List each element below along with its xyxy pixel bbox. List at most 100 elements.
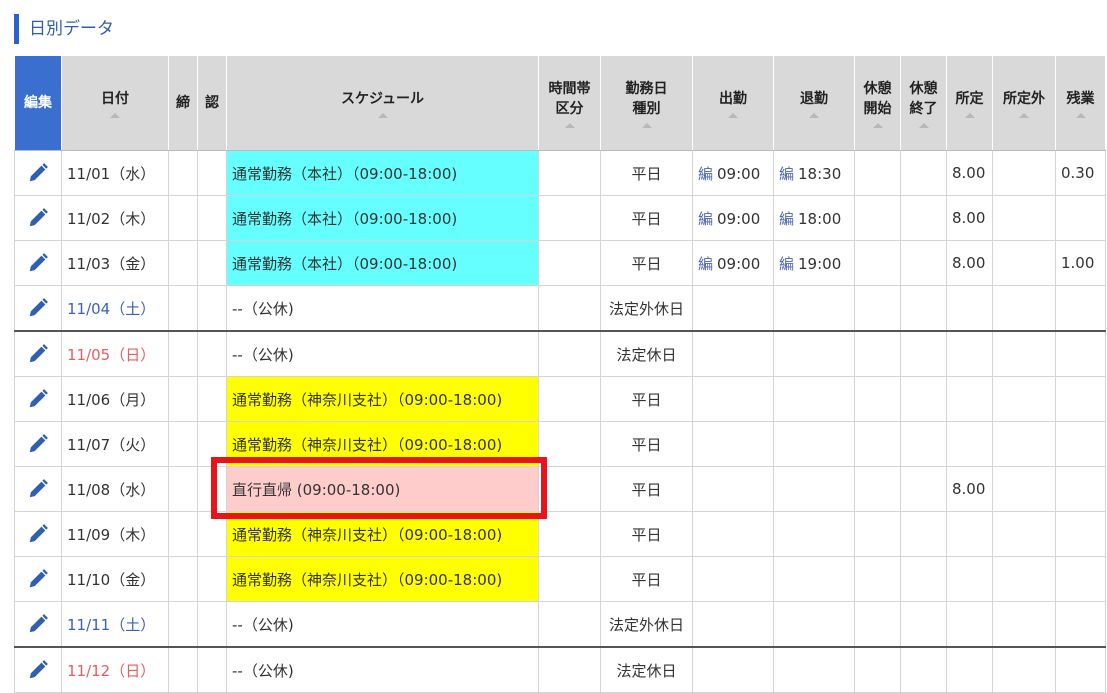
- edit-button[interactable]: [14, 150, 62, 196]
- edit-mark[interactable]: 編: [779, 210, 794, 228]
- header-regular[interactable]: 所定: [946, 55, 993, 151]
- header-non-regular[interactable]: 所定外: [992, 55, 1056, 151]
- header-schedule[interactable]: スケジュール: [226, 55, 539, 151]
- edit-mark[interactable]: 編: [698, 210, 713, 228]
- pencil-icon: [27, 163, 49, 182]
- regular-cell: [946, 601, 993, 648]
- overtime-cell: [1055, 330, 1106, 377]
- sort-icon: [918, 122, 929, 128]
- date-cell: 11/12（日）: [61, 646, 169, 693]
- break-end-cell: [900, 421, 947, 467]
- close-cell: [168, 466, 198, 512]
- edit-button[interactable]: [14, 195, 62, 241]
- pencil-icon: [27, 298, 49, 317]
- schedule-cell[interactable]: 通常勤務（神奈川支社）（09:00-18:00): [226, 556, 539, 602]
- table-row: 11/03（金） 通常勤務（本社）（09:00-18:00) 平日編 09:00 編 19…: [14, 240, 1106, 286]
- break-start-cell: [854, 601, 901, 648]
- header-break-end[interactable]: 休憩 終了: [900, 55, 947, 151]
- clock-in-cell: 編 09:00: [692, 195, 774, 241]
- date-cell: 11/08（水）: [61, 466, 169, 512]
- regular-cell: [946, 421, 993, 467]
- schedule-cell[interactable]: 通常勤務（本社）（09:00-18:00): [226, 150, 539, 196]
- edit-button[interactable]: [14, 556, 62, 602]
- edit-button[interactable]: [14, 466, 62, 512]
- header-close: 締: [168, 55, 198, 151]
- header-date[interactable]: 日付: [61, 55, 169, 151]
- header-clock-out[interactable]: 退勤: [773, 55, 855, 151]
- break-start-cell: [854, 330, 901, 377]
- pencil-icon: [27, 389, 49, 408]
- edit-button[interactable]: [14, 330, 62, 377]
- clock-in-cell: [692, 556, 774, 602]
- date-cell: 11/05（日）: [61, 330, 169, 377]
- break-start-cell: [854, 556, 901, 602]
- close-cell: [168, 376, 198, 422]
- schedule-cell[interactable]: 通常勤務（本社）（09:00-18:00): [226, 240, 539, 286]
- clock-in-cell: [692, 285, 774, 332]
- day-type-cell: 法定休日: [600, 646, 693, 693]
- non-regular-cell: [992, 285, 1056, 332]
- edit-button[interactable]: [14, 240, 62, 286]
- sort-icon: [641, 122, 652, 128]
- break-end-cell: [900, 601, 947, 648]
- pencil-icon: [27, 479, 49, 498]
- time-zone-cell: [538, 556, 601, 602]
- clock-in-cell: [692, 646, 774, 693]
- schedule-cell[interactable]: 通常勤務（神奈川支社）（09:00-18:00): [226, 376, 539, 422]
- clock-out-cell: [773, 646, 855, 693]
- day-type-cell: 平日: [600, 240, 693, 286]
- edit-button[interactable]: [14, 601, 62, 648]
- table-row: 11/08（水） 直行直帰 (09:00-18:00) 平日 8.00: [14, 466, 1106, 512]
- close-cell: [168, 195, 198, 241]
- non-regular-cell: [992, 240, 1056, 286]
- edit-mark[interactable]: 編: [779, 165, 794, 183]
- time-zone-cell: [538, 646, 601, 693]
- edit-mark[interactable]: 編: [698, 165, 713, 183]
- schedule-cell[interactable]: 通常勤務（本社）（09:00-18:00): [226, 195, 539, 241]
- non-regular-cell: [992, 330, 1056, 377]
- clock-out-cell: [773, 466, 855, 512]
- schedule-cell[interactable]: --（公休): [226, 646, 539, 693]
- header-clock-in[interactable]: 出勤: [692, 55, 774, 151]
- day-type-cell: 平日: [600, 466, 693, 512]
- non-regular-cell: [992, 421, 1056, 467]
- edit-button[interactable]: [14, 285, 62, 332]
- header-time-zone[interactable]: 時間帯 区分: [538, 55, 601, 151]
- schedule-cell[interactable]: --（公休): [226, 330, 539, 377]
- break-start-cell: [854, 150, 901, 196]
- regular-cell: [946, 330, 993, 377]
- pencil-icon: [27, 208, 49, 227]
- close-cell: [168, 601, 198, 648]
- schedule-cell[interactable]: --（公休): [226, 285, 539, 332]
- regular-cell: [946, 646, 993, 693]
- sort-icon: [1019, 112, 1029, 118]
- edit-button[interactable]: [14, 646, 62, 693]
- schedule-cell[interactable]: --（公休): [226, 601, 539, 648]
- regular-cell: 8.00: [946, 240, 993, 286]
- edit-button[interactable]: [14, 511, 62, 557]
- clock-in-cell: 編 09:00: [692, 240, 774, 286]
- edit-button[interactable]: [14, 421, 62, 467]
- overtime-cell: [1055, 556, 1106, 602]
- non-regular-cell: [992, 376, 1056, 422]
- edit-button[interactable]: [14, 376, 62, 422]
- day-type-cell: 法定休日: [600, 330, 693, 377]
- break-end-cell: [900, 285, 947, 332]
- day-type-cell: 法定外休日: [600, 601, 693, 648]
- time-zone-cell: [538, 511, 601, 557]
- header-overtime[interactable]: 残業: [1055, 55, 1106, 151]
- approve-cell: [197, 330, 227, 377]
- break-end-cell: [900, 330, 947, 377]
- date-cell: 11/01（水）: [61, 150, 169, 196]
- break-start-cell: [854, 376, 901, 422]
- close-cell: [168, 285, 198, 332]
- break-start-cell: [854, 195, 901, 241]
- header-break-start[interactable]: 休憩 開始: [854, 55, 901, 151]
- edit-mark[interactable]: 編: [779, 255, 794, 273]
- edit-mark[interactable]: 編: [698, 255, 713, 273]
- header-work-day-type[interactable]: 勤務日 種別: [600, 55, 693, 151]
- table-body: 11/01（水） 通常勤務（本社）（09:00-18:00) 平日編 09:00 編 18…: [14, 150, 1106, 693]
- clock-out-cell: 編 19:00: [773, 240, 855, 286]
- table-row: 11/11（土） --（公休) 法定外休日: [14, 601, 1106, 648]
- clock-out-cell: [773, 511, 855, 557]
